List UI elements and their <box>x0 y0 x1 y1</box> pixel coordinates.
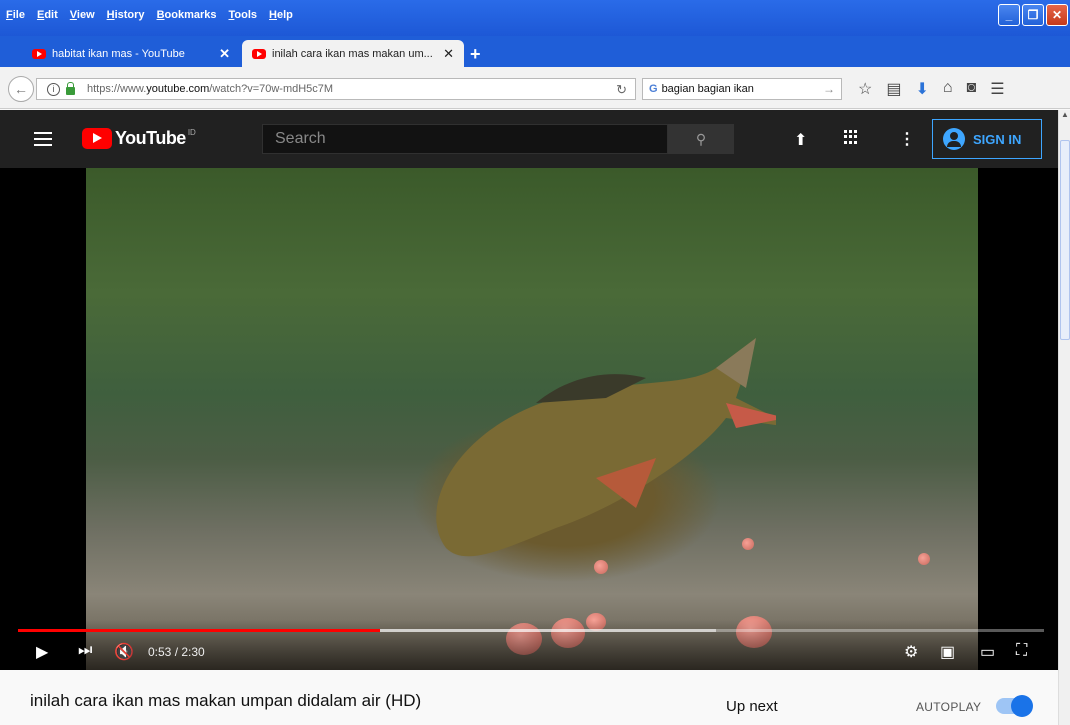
youtube-favicon-icon <box>32 48 46 59</box>
progress-bar[interactable] <box>18 629 1044 632</box>
miniplayer-icon[interactable]: ▣ <box>940 642 955 662</box>
close-window-button[interactable]: ✕ <box>1046 4 1068 26</box>
sign-in-button[interactable]: SIGN IN <box>932 119 1042 159</box>
time-display: 0:53 / 2:30 <box>148 645 205 659</box>
autoplay-label: AUTOPLAY <box>916 700 982 714</box>
apps-grid-icon[interactable] <box>844 130 858 144</box>
close-tab-icon[interactable]: ✕ <box>443 46 454 62</box>
browser-search-value: bagian bagian ikan <box>661 83 754 95</box>
youtube-logo-icon <box>82 128 112 149</box>
reload-icon[interactable]: ↻ <box>616 82 627 98</box>
video-title: inilah cara ikan mas makan umpan didalam… <box>30 691 422 710</box>
pocket-icon[interactable]: ◙ <box>967 79 977 99</box>
search-engine-icon[interactable]: G <box>649 83 658 95</box>
play-icon[interactable]: ▶ <box>36 642 48 662</box>
menu-edit[interactable]: Edit <box>37 9 58 21</box>
search-go-icon[interactable]: → <box>823 82 835 96</box>
bookmark-star-icon[interactable]: ☆ <box>858 79 872 99</box>
reading-list-icon[interactable]: ▤ <box>886 79 901 99</box>
toggle-knob <box>1011 695 1033 717</box>
download-icon[interactable]: ⬇ <box>915 79 928 99</box>
youtube-search-input[interactable]: Search <box>262 124 668 154</box>
info-icon[interactable]: i <box>47 82 60 96</box>
account-icon <box>943 128 965 150</box>
url-text: https://www.youtube.com/watch?v=70w-mdH5… <box>87 83 333 95</box>
tab-habitat[interactable]: habitat ikan mas - YouTube ✕ <box>22 40 240 67</box>
new-tab-button[interactable]: + <box>470 44 481 65</box>
settings-gear-icon[interactable]: ⚙ <box>904 642 918 662</box>
menu-view[interactable]: View <box>70 9 95 21</box>
bait-ball <box>918 553 930 565</box>
restore-button[interactable]: ❐ <box>1022 4 1044 26</box>
menu-file[interactable]: File <box>6 9 25 21</box>
mute-icon[interactable]: 🔇 <box>114 642 134 662</box>
theater-mode-icon[interactable]: ▭ <box>980 642 995 662</box>
window-controls: _ ❐ ✕ <box>998 4 1068 26</box>
up-next-heading: Up next <box>726 698 778 715</box>
tab-strip: habitat ikan mas - YouTube ✕ inilah cara… <box>0 36 1070 67</box>
player-controls: ▶ ⏭ 🔇 0:53 / 2:30 ⚙ ▣ ▭ ⛶ <box>0 620 1058 670</box>
url-domain: youtube.com <box>146 83 210 95</box>
browser-search-field[interactable]: G bagian bagian ikan → <box>642 78 842 100</box>
menu-history[interactable]: History <box>107 9 145 21</box>
youtube-favicon-icon <box>252 48 266 59</box>
tab-label: inilah cara ikan mas makan um... <box>272 47 433 60</box>
scroll-thumb[interactable] <box>1060 140 1070 340</box>
fullscreen-icon[interactable]: ⛶ <box>1016 642 1027 660</box>
close-tab-icon[interactable]: ✕ <box>219 46 230 62</box>
carp-fish-image <box>436 338 776 557</box>
more-options-icon[interactable]: ⋮ <box>899 129 915 149</box>
youtube-header: YouTube ID Search ⚲ ⬆ ⋮ SIGN IN <box>0 110 1058 168</box>
youtube-logo[interactable]: YouTube ID <box>82 128 196 149</box>
page-scrollbar[interactable]: ▲ <box>1058 110 1070 725</box>
guide-menu-icon[interactable] <box>34 132 52 146</box>
video-frame[interactable] <box>86 168 978 670</box>
youtube-search-button[interactable]: ⚲ <box>668 124 734 154</box>
upload-icon[interactable]: ⬆ <box>794 130 807 150</box>
search-icon: ⚲ <box>695 130 707 147</box>
menu-icon[interactable]: ☰ <box>990 79 1004 99</box>
played-bar <box>18 629 381 632</box>
url-prefix: https://www. <box>87 83 147 95</box>
tab-label: habitat ikan mas - YouTube <box>52 47 185 60</box>
bait-ball <box>594 560 608 574</box>
navigation-bar: ← i https://www.youtube.com/watch?v=70w-… <box>0 67 1070 109</box>
tab-current-video[interactable]: inilah cara ikan mas makan um... ✕ <box>242 40 464 67</box>
next-video-icon[interactable]: ⏭ <box>78 642 92 660</box>
autoplay-toggle[interactable] <box>996 695 1033 717</box>
back-button[interactable]: ← <box>8 76 34 102</box>
youtube-logo-text: YouTube <box>115 128 186 148</box>
country-code: ID <box>187 128 196 137</box>
minimize-button[interactable]: _ <box>998 4 1020 26</box>
address-bar[interactable]: i https://www.youtube.com/watch?v=70w-md… <box>36 78 636 100</box>
window-titlebar: File Edit View History Bookmarks Tools H… <box>0 0 1070 36</box>
bait-ball <box>742 538 754 550</box>
video-player[interactable]: ▶ ⏭ 🔇 0:53 / 2:30 ⚙ ▣ ▭ ⛶ <box>0 168 1058 670</box>
home-icon[interactable]: ⌂ <box>943 79 953 99</box>
menu-tools[interactable]: Tools <box>229 9 258 21</box>
sign-in-label: SIGN IN <box>973 131 1022 147</box>
url-path: /watch?v=70w-mdH5c7M <box>209 83 334 95</box>
lock-icon <box>66 81 75 95</box>
toolbar-icons: ☆ ▤ ⬇ ⌂ ◙ ☰ <box>858 79 1005 99</box>
scroll-up-arrow-icon[interactable]: ▲ <box>1059 110 1070 124</box>
menu-help[interactable]: Help <box>269 9 293 21</box>
menu-bar: File Edit View History Bookmarks Tools H… <box>6 9 293 21</box>
menu-bookmarks[interactable]: Bookmarks <box>157 9 217 21</box>
